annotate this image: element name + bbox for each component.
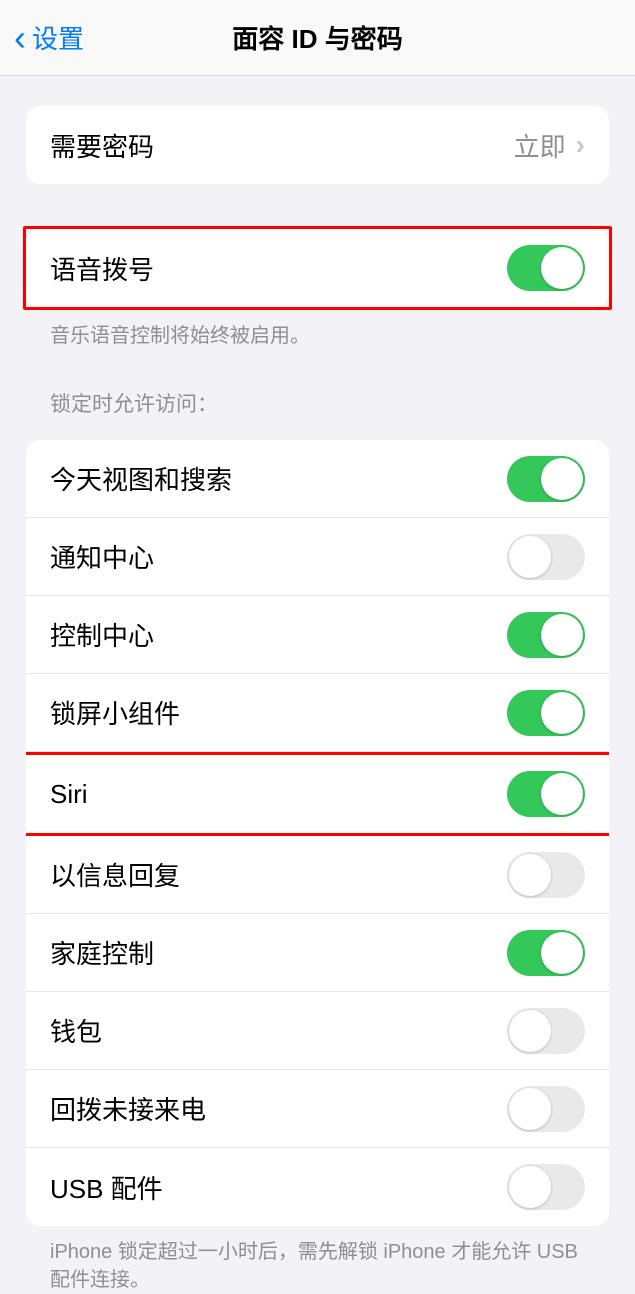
toggle-knob	[541, 247, 583, 289]
lock-access-item-label: 控制中心	[50, 616, 154, 653]
chevron-right-icon: ›	[576, 129, 585, 161]
page-title: 面容 ID 与密码	[232, 19, 402, 56]
toggle-knob	[509, 1010, 551, 1052]
row-detail: 立即 ›	[514, 127, 585, 164]
lock-access-row: 锁屏小组件	[26, 674, 609, 752]
lock-access-row: Siri	[26, 755, 609, 833]
lock-access-item-label: 家庭控制	[50, 934, 154, 971]
lock-access-toggle[interactable]	[507, 1164, 585, 1210]
toggle-knob	[541, 614, 583, 656]
lock-access-item-label: 回拨未接来电	[50, 1090, 206, 1127]
toggle-knob	[509, 536, 551, 578]
lock-access-toggle[interactable]	[507, 930, 585, 976]
toggle-knob	[541, 692, 583, 734]
lock-access-item-label: 以信息回复	[50, 856, 180, 893]
back-button[interactable]: ‹ 设置	[14, 19, 84, 56]
toggle-knob	[509, 1088, 551, 1130]
lock-access-toggle[interactable]	[507, 852, 585, 898]
lock-access-toggle[interactable]	[507, 690, 585, 736]
lock-access-row: 通知中心	[26, 518, 609, 596]
lock-access-item-label: USB 配件	[50, 1169, 163, 1206]
voice-dial-footer: 音乐语音控制将始终被启用。	[26, 310, 609, 350]
require-passcode-row[interactable]: 需要密码 立即 ›	[26, 106, 609, 184]
toggle-knob	[541, 773, 583, 815]
lock-access-row: 控制中心	[26, 596, 609, 674]
back-label: 设置	[32, 19, 84, 56]
voice-dial-toggle[interactable]	[507, 245, 585, 291]
nav-header: ‹ 设置 面容 ID 与密码	[0, 0, 635, 76]
voice-dial-label: 语音拨号	[50, 250, 154, 287]
lock-access-toggle[interactable]	[507, 1008, 585, 1054]
lock-access-row: 家庭控制	[26, 914, 609, 992]
passcode-group: 需要密码 立即 ›	[26, 106, 609, 184]
lock-access-toggle[interactable]	[507, 612, 585, 658]
toggle-knob	[541, 458, 583, 500]
lock-access-toggle[interactable]	[507, 1086, 585, 1132]
voice-dial-row: 语音拨号	[26, 229, 609, 307]
require-passcode-label: 需要密码	[50, 127, 154, 164]
require-passcode-value: 立即	[514, 127, 566, 164]
lock-access-row: 以信息回复	[26, 836, 609, 914]
lock-access-toggle[interactable]	[507, 771, 585, 817]
lock-access-header: 锁定时允许访问：	[26, 350, 609, 428]
lock-access-toggle[interactable]	[507, 456, 585, 502]
lock-access-row: 回拨未接来电	[26, 1070, 609, 1148]
lock-access-group: 今天视图和搜索通知中心控制中心锁屏小组件 Siri 以信息回复家庭控制钱包回拨未接来…	[26, 440, 609, 1226]
lock-access-toggle[interactable]	[507, 534, 585, 580]
lock-access-row: 今天视图和搜索	[26, 440, 609, 518]
lock-access-item-label: Siri	[50, 779, 88, 810]
highlight-siri: Siri	[26, 752, 609, 836]
toggle-knob	[509, 854, 551, 896]
lock-access-row: USB 配件	[26, 1148, 609, 1226]
lock-access-item-label: 钱包	[50, 1012, 102, 1049]
voice-dial-group: 语音拨号	[26, 229, 609, 307]
lock-access-item-label: 今天视图和搜索	[50, 460, 232, 497]
chevron-left-icon: ‹	[14, 20, 26, 56]
toggle-knob	[541, 932, 583, 974]
toggle-knob	[509, 1166, 551, 1208]
lock-access-item-label: 锁屏小组件	[50, 694, 180, 731]
lock-access-item-label: 通知中心	[50, 538, 154, 575]
highlight-voice-dial: 语音拨号	[23, 226, 612, 310]
lock-access-footer: iPhone 锁定超过一小时后，需先解锁 iPhone 才能允许 USB 配件连…	[26, 1226, 609, 1294]
lock-access-row: 钱包	[26, 992, 609, 1070]
